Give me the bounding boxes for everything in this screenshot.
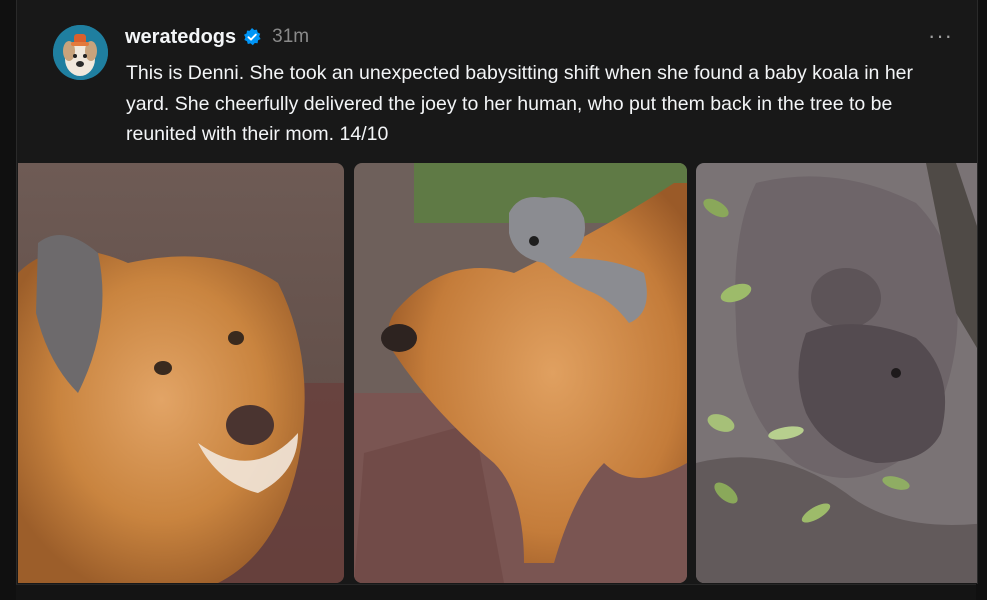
- post-timestamp[interactable]: 31m: [272, 26, 309, 48]
- verified-badge-icon: [242, 27, 262, 47]
- koalas-in-tree-photo: [696, 163, 977, 583]
- avatar[interactable]: [53, 25, 108, 80]
- dog-closeup-photo: [18, 163, 344, 583]
- post-image-1[interactable]: [18, 163, 344, 583]
- post-header: weratedogs 31m: [125, 22, 309, 52]
- bottom-bar: [16, 584, 976, 600]
- post-caption: This is Denni. She took an unexpected ba…: [126, 62, 913, 145]
- post-image-3[interactable]: [696, 163, 977, 583]
- more-horizontal-icon[interactable]: ···: [928, 25, 953, 47]
- avatar-dog-image: [53, 25, 108, 80]
- post-card: weratedogs 31m ··· This is Denni. She to…: [16, 0, 978, 584]
- post-image-2[interactable]: [354, 163, 687, 583]
- dog-with-koala-photo: [354, 163, 687, 583]
- username-link[interactable]: weratedogs: [125, 26, 236, 49]
